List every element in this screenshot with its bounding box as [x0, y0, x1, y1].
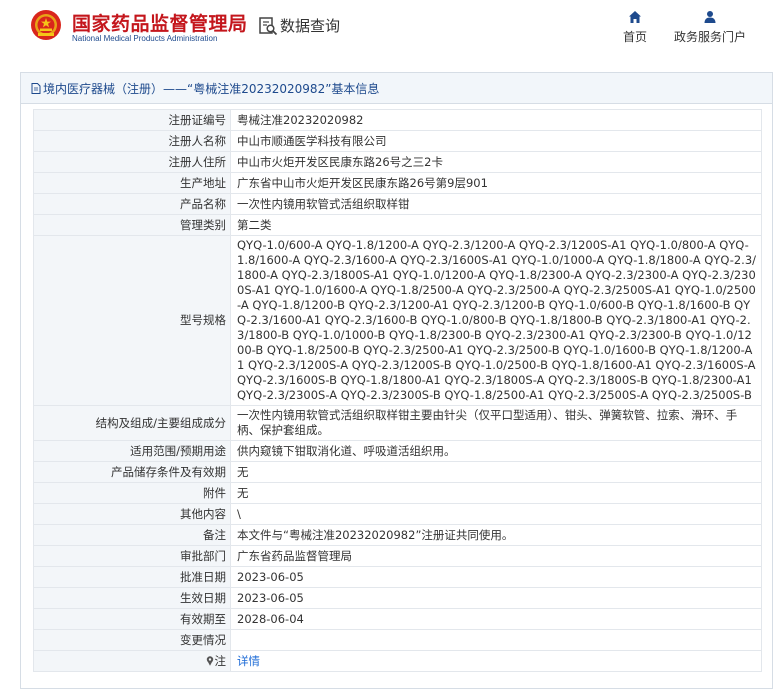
- national-emblem-icon: [31, 10, 61, 40]
- table-row: 附件 无: [33, 482, 762, 504]
- row-value: 供内窥镜下钳取消化道、呼吸道活组织用。: [230, 440, 762, 462]
- site-header: 国家药品监督管理局 National Medical Products Admi…: [0, 0, 775, 64]
- row-key: 有效期至: [33, 608, 231, 630]
- row-value: 广东省中山市火炬开发区民康东路26号第9层901: [230, 172, 762, 194]
- data-query-label: 数据查询: [280, 17, 341, 35]
- details-link[interactable]: 详情: [237, 654, 260, 668]
- search-document-icon: [259, 16, 278, 35]
- table-row: 管理类别 第二类: [33, 214, 762, 236]
- row-key: 注册证编号: [33, 109, 231, 131]
- row-value: 本文件与“粤械注准20232020982”注册证共同使用。: [230, 524, 762, 546]
- table-row: 产品名称 一次性内镜用软管式活组织取样钳: [33, 193, 762, 215]
- note-key-cell: 注: [33, 650, 231, 672]
- nav-gov-label: 政务服务门户: [673, 30, 746, 44]
- row-value: 第二类: [230, 214, 762, 236]
- table-row: 变更情况: [33, 629, 762, 651]
- registration-info-table: 注册证编号 粤械注准20232020982 注册人名称 中山市顺通医学科技有限公…: [33, 109, 762, 672]
- row-value: 无: [230, 482, 762, 504]
- table-row: 有效期至 2028-06-04: [33, 608, 762, 630]
- row-value: 广东省药品监督管理局: [230, 545, 762, 567]
- panel-title-text: 境内医疗器械（注册）——“粤械注准20232020982”基本信息: [43, 81, 380, 96]
- home-icon: [629, 11, 641, 23]
- row-value: \: [230, 503, 762, 525]
- row-value: 中山市火炬开发区民康东路26号之三2卡: [230, 151, 762, 173]
- document-icon: [31, 82, 41, 94]
- table-row: 适用范围/预期用途 供内窥镜下钳取消化道、呼吸道活组织用。: [33, 440, 762, 462]
- user-icon: [704, 11, 716, 23]
- row-value: 2023-06-05: [230, 587, 762, 609]
- row-key: 注册人名称: [33, 130, 231, 152]
- row-value: 粤械注准20232020982: [230, 109, 762, 131]
- detail-panel: 境内医疗器械（注册）——“粤械注准20232020982”基本信息 注册证编号 …: [20, 72, 773, 689]
- row-value: 2023-06-05: [230, 566, 762, 588]
- table-row: 生效日期 2023-06-05: [33, 587, 762, 609]
- row-value: 一次性内镜用软管式活组织取样钳主要由针尖（仅平口型适用）、钳头、弹簧软管、拉索、…: [230, 405, 762, 441]
- panel-title: 境内医疗器械（注册）——“粤械注准20232020982”基本信息: [21, 73, 772, 104]
- table-row: 型号规格 QYQ-1.0/600-A QYQ-1.8/1200-A QYQ-2.…: [33, 235, 762, 406]
- row-key: 生效日期: [33, 587, 231, 609]
- row-value: 详情: [230, 650, 762, 672]
- table-row: 审批部门 广东省药品监督管理局: [33, 545, 762, 567]
- row-value: 2028-06-04: [230, 608, 762, 630]
- table-row: 批准日期 2023-06-05: [33, 566, 762, 588]
- row-value: QYQ-1.0/600-A QYQ-1.8/1200-A QYQ-2.3/120…: [230, 235, 762, 406]
- row-key: 备注: [33, 524, 231, 546]
- row-key: 适用范围/预期用途: [33, 440, 231, 462]
- row-key: 批准日期: [33, 566, 231, 588]
- table-row: 结构及组成/主要组成成分 一次性内镜用软管式活组织取样钳主要由针尖（仅平口型适用…: [33, 405, 762, 441]
- row-key: 产品储存条件及有效期: [33, 461, 231, 483]
- row-key: 其他内容: [33, 503, 231, 525]
- site-name[interactable]: 国家药品监督管理局: [72, 9, 248, 36]
- nav-home-label: 首页: [622, 30, 647, 44]
- data-query-link[interactable]: 数据查询: [258, 15, 340, 36]
- row-key: 产品名称: [33, 193, 231, 215]
- row-key: 审批部门: [33, 545, 231, 567]
- table-row: 注册人住所 中山市火炬开发区民康东路26号之三2卡: [33, 151, 762, 173]
- row-value: 中山市顺通医学科技有限公司: [230, 130, 762, 152]
- table-row: 备注 本文件与“粤械注准20232020982”注册证共同使用。: [33, 524, 762, 546]
- row-value: 无: [230, 461, 762, 483]
- site-name-en: National Medical Products Administration: [72, 34, 218, 43]
- row-value: 一次性内镜用软管式活组织取样钳: [230, 193, 762, 215]
- table-row: 注册人名称 中山市顺通医学科技有限公司: [33, 130, 762, 152]
- row-key: 变更情况: [33, 629, 231, 651]
- pin-icon: [206, 655, 213, 666]
- table-row: 其他内容 \: [33, 503, 762, 525]
- row-key: 型号规格: [33, 235, 231, 406]
- row-key: 管理类别: [33, 214, 231, 236]
- row-key: 生产地址: [33, 172, 231, 194]
- nav-home[interactable]: 首页: [620, 10, 650, 46]
- table-row: 生产地址 广东省中山市火炬开发区民康东路26号第9层901: [33, 172, 762, 194]
- table-row: 注 详情: [33, 650, 762, 672]
- table-row: 注册证编号 粤械注准20232020982: [33, 109, 762, 131]
- row-value: [230, 629, 762, 651]
- row-key: 注册人住所: [33, 151, 231, 173]
- row-key: 注: [214, 653, 227, 668]
- row-key: 结构及组成/主要组成成分: [33, 405, 231, 441]
- nav-gov-service-portal[interactable]: 政务服务门户: [672, 10, 748, 46]
- row-key: 附件: [33, 482, 231, 504]
- table-row: 产品储存条件及有效期 无: [33, 461, 762, 483]
